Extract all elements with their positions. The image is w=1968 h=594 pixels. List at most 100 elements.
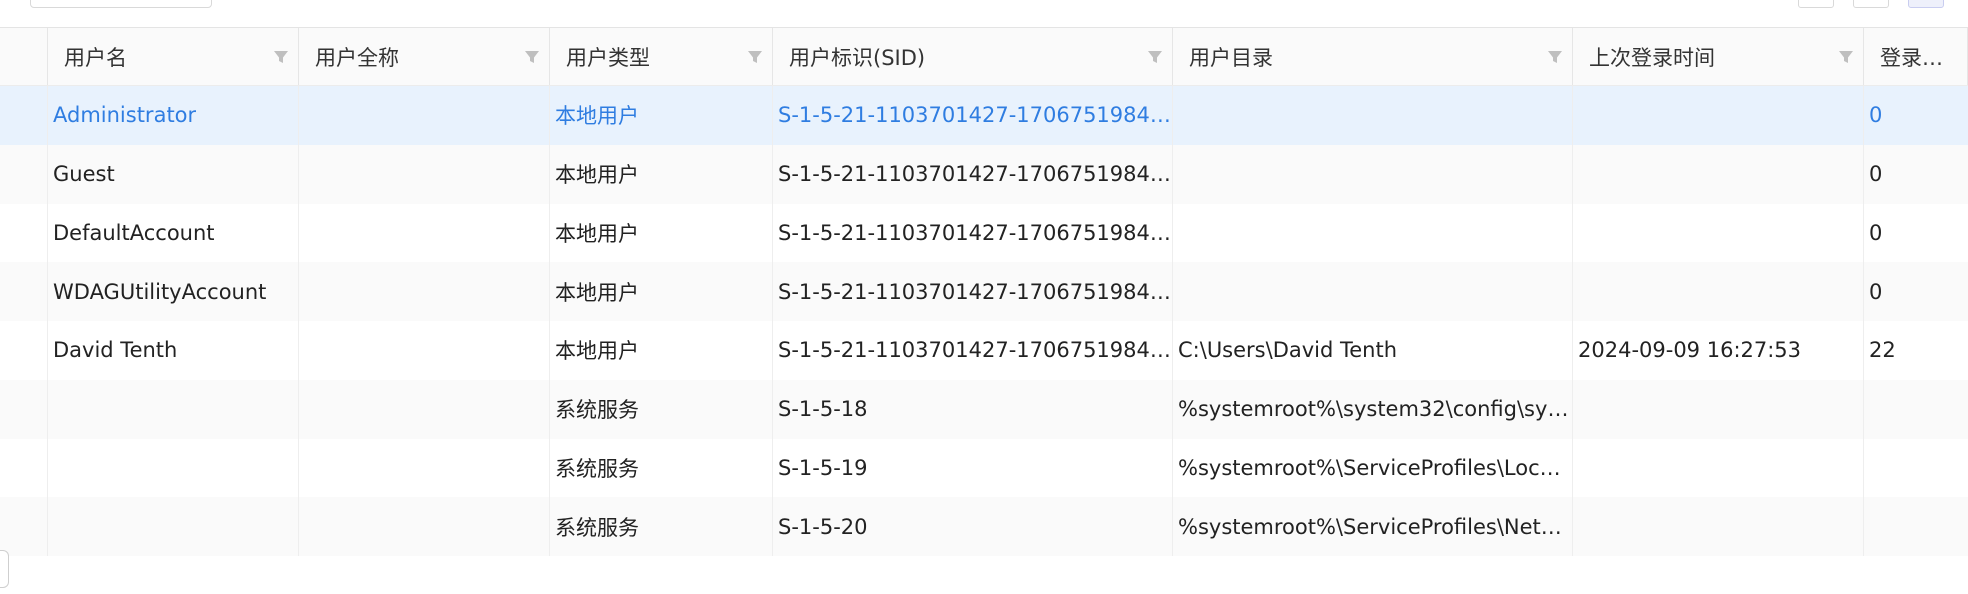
toolbar — [0, 0, 1968, 26]
cell-text: C:\Users\David Tenth — [1178, 338, 1398, 363]
cell-sid: S-1-5-21-1103701427-1706751984-... — [773, 144, 1173, 204]
column-header-label: 上次登录时间 — [1589, 45, 1715, 70]
cell-logincount — [1864, 439, 1968, 498]
table-row[interactable]: WDAGUtilityAccount 本地用户 S-1-5-21-110370142… — [0, 262, 1968, 321]
table-row[interactable]: Administrator 本地用户 S-1-5-21-1103701427-170… — [0, 86, 1968, 145]
cell-text: 本地用户 — [555, 280, 639, 305]
cell-sid: S-1-5-20 — [773, 497, 1173, 556]
cell-logincount — [1864, 380, 1968, 439]
cell-lastlogin — [1573, 144, 1864, 204]
cell-homedir: %systemroot%\ServiceProfiles\Local... — [1173, 438, 1573, 498]
column-header-username[interactable]: 用户名 — [48, 28, 299, 85]
cell-fullname — [299, 203, 550, 263]
cell-logincount: 0 — [1864, 145, 1968, 204]
cell-text: S-1-5-21-1103701427-1706751984-... — [778, 103, 1172, 128]
cell-text: 本地用户 — [555, 163, 639, 188]
column-header-label: 用户目录 — [1189, 45, 1273, 70]
cell-text: 22 — [1869, 338, 1896, 363]
cell-sid: S-1-5-18 — [773, 379, 1173, 439]
column-header-homedir[interactable]: 用户目录 — [1173, 28, 1573, 85]
filter-funnel-icon[interactable] — [1146, 48, 1164, 66]
cell-logincount: 22 — [1864, 321, 1968, 380]
cell-text: S-1-5-18 — [778, 397, 868, 422]
cell-lastlogin — [1573, 86, 1864, 145]
cell-text: S-1-5-21-1103701427-1706751984-... — [778, 220, 1172, 245]
cell-text: 系统服务 — [555, 398, 639, 423]
cell-username — [48, 379, 299, 439]
cell-lastlogin — [1573, 438, 1864, 498]
table-row[interactable]: Guest 本地用户 S-1-5-21-1103701427-1706751984-… — [0, 144, 1968, 204]
table-row[interactable]: 系统服务 S-1-5-20 %systemroot%\ServiceProfiles… — [0, 497, 1968, 556]
cell-usertype: 本地用户 — [550, 203, 773, 263]
row-spacer — [0, 497, 48, 556]
cell-text: Administrator — [53, 103, 197, 128]
column-header-usertype[interactable]: 用户类型 — [550, 28, 773, 85]
table-row[interactable]: 系统服务 S-1-5-18 %systemroot%\system32\config… — [0, 379, 1968, 439]
cell-usertype: 系统服务 — [550, 379, 773, 439]
column-header-sid[interactable]: 用户标识(SID) — [773, 28, 1173, 85]
filter-funnel-icon[interactable] — [746, 48, 764, 66]
filter-funnel-icon[interactable] — [1837, 48, 1855, 66]
cell-sid: S-1-5-21-1103701427-1706751984-... — [773, 203, 1173, 263]
cell-fullname — [299, 497, 550, 556]
table-row[interactable]: DefaultAccount 本地用户 S-1-5-21-1103701427-17… — [0, 203, 1968, 263]
users-table: 用户名 用户全称 用户类型 用户标识(SID) 用户目录 上次登录时间 登录次数… — [0, 27, 1968, 556]
cell-text: %systemroot%\system32\config\sys... — [1178, 397, 1572, 422]
cell-homedir — [1173, 262, 1573, 321]
column-header-label: 用户名 — [64, 45, 127, 70]
cell-sid: S-1-5-21-1103701427-1706751984-... — [773, 262, 1173, 321]
filter-funnel-icon[interactable] — [523, 48, 541, 66]
filter-funnel-icon[interactable] — [1546, 48, 1564, 66]
cell-text: %systemroot%\ServiceProfiles\Netw... — [1178, 514, 1572, 539]
cell-username: Guest — [48, 144, 299, 204]
cell-logincount: 0 — [1864, 204, 1968, 263]
cell-text: 系统服务 — [555, 456, 639, 481]
cell-usertype: 本地用户 — [550, 321, 773, 380]
cell-logincount: 0 — [1864, 262, 1968, 321]
row-spacer — [0, 86, 48, 145]
column-header-fullname[interactable]: 用户全称 — [299, 28, 550, 85]
cell-text: S-1-5-19 — [778, 455, 868, 480]
column-header-logincount[interactable]: 登录次数 — [1864, 28, 1968, 85]
cell-fullname — [299, 379, 550, 439]
column-header-label: 用户全称 — [315, 45, 399, 70]
cell-fullname — [299, 144, 550, 204]
toolbar-button-2[interactable] — [1853, 0, 1889, 8]
cell-username: DefaultAccount — [48, 203, 299, 263]
cell-lastlogin — [1573, 497, 1864, 556]
column-header-label: 用户标识(SID) — [789, 45, 926, 70]
cell-text: 系统服务 — [555, 515, 639, 540]
cell-username: WDAGUtilityAccount — [48, 262, 299, 321]
row-spacer — [0, 262, 48, 321]
row-spacer — [0, 379, 48, 439]
cell-lastlogin — [1573, 262, 1864, 321]
cell-sid: S-1-5-19 — [773, 438, 1173, 498]
search-box[interactable] — [30, 0, 212, 8]
user-accounts-page: 用户名 用户全称 用户类型 用户标识(SID) 用户目录 上次登录时间 登录次数… — [0, 0, 1968, 594]
cell-text: 本地用户 — [555, 104, 639, 129]
cell-username — [48, 438, 299, 498]
cell-text: 2024-09-09 16:27:53 — [1578, 338, 1802, 363]
cell-sid: S-1-5-21-1103701427-1706751984-... — [773, 86, 1173, 145]
cell-username: David Tenth — [48, 321, 299, 380]
filter-funnel-icon[interactable] — [272, 48, 290, 66]
column-header-lastlogin[interactable]: 上次登录时间 — [1573, 28, 1864, 85]
table-row[interactable]: 系统服务 S-1-5-19 %systemroot%\ServiceProfiles… — [0, 438, 1968, 498]
cell-text: S-1-5-20 — [778, 514, 868, 539]
table-row[interactable]: David Tenth 本地用户 S-1-5-21-1103701427-17067… — [0, 321, 1968, 380]
column-header-label: 登录次数 — [1880, 45, 1961, 70]
side-panel-handle[interactable] — [0, 550, 9, 588]
toolbar-button-1[interactable] — [1798, 0, 1834, 8]
cell-fullname — [299, 438, 550, 498]
cell-text: 0 — [1869, 103, 1883, 128]
cell-homedir: %systemroot%\system32\config\sys... — [1173, 379, 1573, 439]
cell-text: 0 — [1869, 279, 1883, 304]
table-body: Administrator 本地用户 S-1-5-21-1103701427-170… — [0, 86, 1968, 556]
cell-text: David Tenth — [53, 338, 178, 363]
toolbar-button-3[interactable] — [1908, 0, 1944, 8]
cell-homedir — [1173, 144, 1573, 204]
cell-usertype: 本地用户 — [550, 262, 773, 321]
cell-text: Guest — [53, 162, 115, 187]
cell-usertype: 系统服务 — [550, 497, 773, 556]
cell-sid: S-1-5-21-1103701427-1706751984-... — [773, 321, 1173, 380]
